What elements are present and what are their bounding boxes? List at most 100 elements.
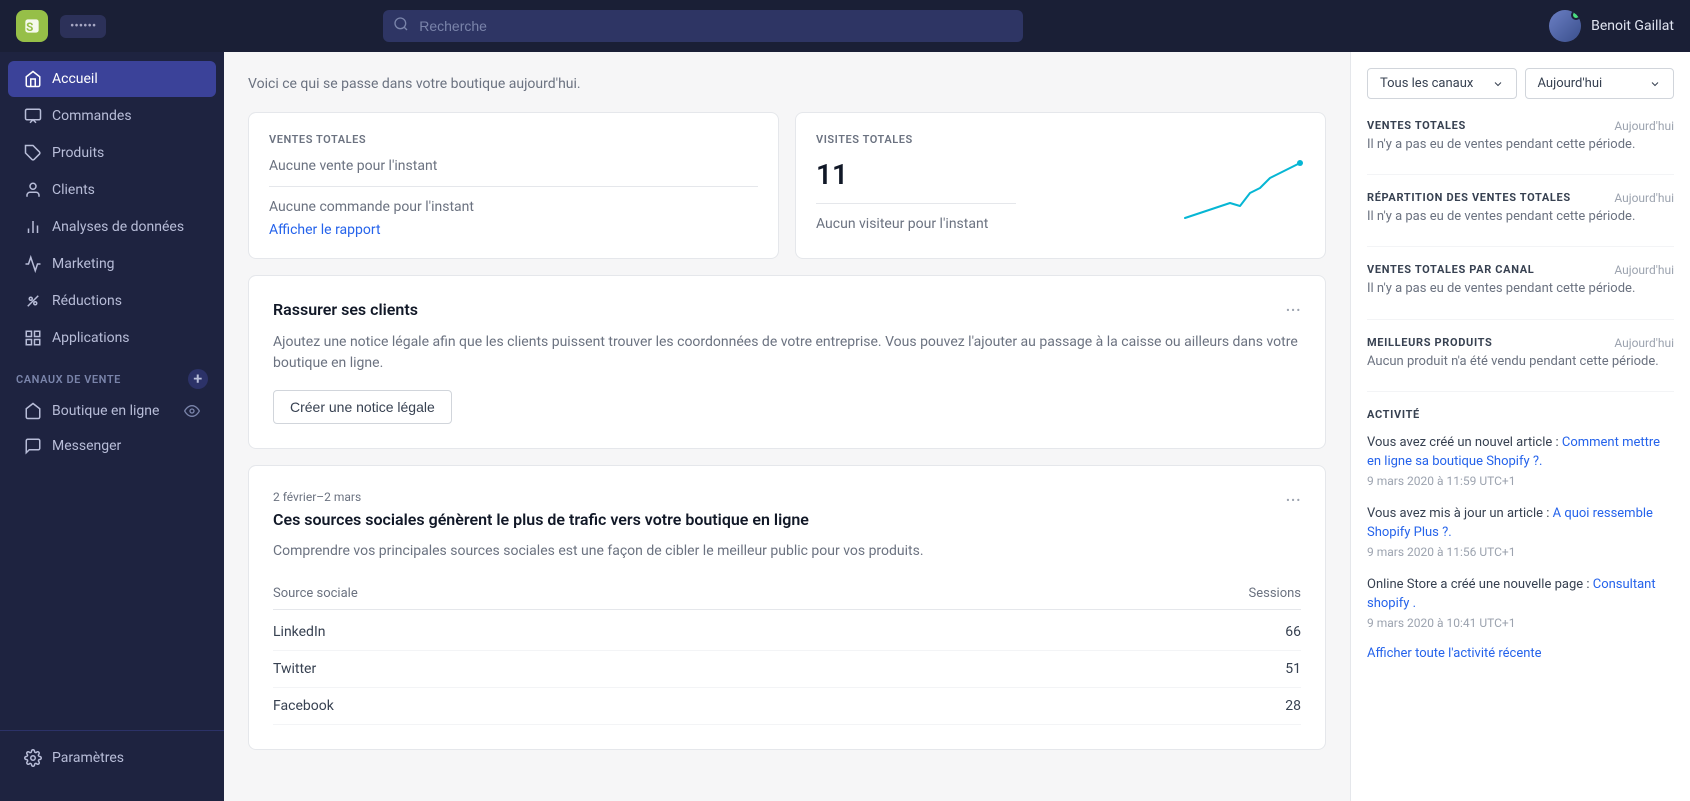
activity-date: 9 mars 2020 à 11:59 UTC+1	[1367, 474, 1674, 488]
rp-produits-text: Aucun produit n'a été vendu pendant cett…	[1367, 353, 1674, 371]
chevron-down-icon	[1649, 78, 1661, 90]
reductions-icon	[24, 292, 42, 310]
sidebar: Accueil Commandes Produits	[0, 52, 224, 801]
rp-repartition-text: Il n'y a pas eu de ventes pendant cette …	[1367, 208, 1674, 226]
messenger-icon	[24, 437, 42, 455]
ventes-totales-label: VENTES TOTALES	[269, 133, 758, 146]
sidebar-item-applications[interactable]: Applications	[8, 320, 216, 356]
orders-icon	[24, 107, 42, 125]
store-icon	[24, 402, 42, 420]
reassurer-desc: Ajoutez une notice légale afin que les c…	[273, 332, 1301, 374]
creer-notice-button[interactable]: Créer une notice légale	[273, 390, 452, 424]
rp-ventes-totales: VENTES TOTALES Aujourd'hui Il n'y a pas …	[1367, 119, 1674, 154]
home-icon	[24, 70, 42, 88]
table-row: LinkedIn 66	[273, 614, 1301, 651]
visites-totales-value: 11	[816, 158, 1016, 191]
sidebar-item-parametres[interactable]: Paramètres	[8, 740, 216, 776]
activity-item: Vous avez mis à jour un article : A quoi…	[1367, 504, 1674, 559]
main-content: Voici ce qui se passe dans votre boutiqu…	[224, 52, 1350, 801]
clients-icon	[24, 181, 42, 199]
products-icon	[24, 144, 42, 162]
rp-produits-title: MEILLEURS PRODUITS Aujourd'hui	[1367, 336, 1674, 349]
afficher-rapport-link[interactable]: Afficher le rapport	[269, 222, 381, 238]
table-row: Facebook 28	[273, 688, 1301, 725]
sidebar-item-label: Applications	[52, 330, 130, 346]
activity-text: Online Store a créé une nouvelle page : …	[1367, 575, 1674, 614]
source-sessions: 51	[1285, 661, 1301, 677]
add-channel-button[interactable]: +	[188, 369, 208, 389]
visites-totales-label: VISITES TOTALES	[816, 133, 1305, 146]
reassurer-card: Rassurer ses clients ··· Ajoutez une not…	[248, 275, 1326, 449]
rp-meilleurs-produits: MEILLEURS PRODUITS Aujourd'hui Aucun pro…	[1367, 336, 1674, 371]
search-icon	[393, 16, 409, 36]
right-panel: Tous les canaux Aujourd'hui VENTES TOTAL…	[1350, 52, 1690, 801]
right-panel-controls: Tous les canaux Aujourd'hui	[1367, 68, 1674, 99]
svg-text:S: S	[26, 20, 33, 34]
table-col-source: Source sociale	[273, 586, 358, 601]
sidebar-bottom: Paramètres	[0, 730, 224, 785]
ventes-totales-sub: Aucune commande pour l'instant	[269, 199, 758, 215]
store-name[interactable]: ••••••	[60, 15, 106, 38]
sidebar-item-marketing[interactable]: Marketing	[8, 246, 216, 282]
rp-ventes-text: Il n'y a pas eu de ventes pendant cette …	[1367, 136, 1674, 154]
social-date-range: 2 février–2 mars	[273, 490, 809, 504]
marketing-icon	[24, 255, 42, 273]
rp-ventes-title: VENTES TOTALES Aujourd'hui	[1367, 119, 1674, 132]
topnav-right: Benoit Gaillat	[1549, 10, 1674, 42]
sidebar-item-label: Analyses de données	[52, 219, 184, 235]
visites-totales-card: VISITES TOTALES 11 Aucun visiteur pour l…	[795, 112, 1326, 259]
show-all-activity-link[interactable]: Afficher toute l'activité récente	[1367, 646, 1674, 661]
sidebar-item-boutique[interactable]: Boutique en ligne	[8, 394, 216, 428]
sidebar-item-label: Produits	[52, 145, 104, 161]
applications-icon	[24, 329, 42, 347]
settings-icon	[24, 749, 42, 767]
sidebar-item-label: Paramètres	[52, 750, 124, 766]
rp-canal-title: VENTES TOTALES PAR CANAL Aujourd'hui	[1367, 263, 1674, 276]
activity-item: Online Store a créé une nouvelle page : …	[1367, 575, 1674, 630]
reassurer-title: Rassurer ses clients	[273, 300, 418, 319]
sidebar-section-canaux: CANAUX DE VENTE +	[0, 357, 224, 393]
activity-text: Vous avez créé un nouvel article : Comme…	[1367, 433, 1674, 472]
date-filter-select[interactable]: Aujourd'hui	[1525, 68, 1675, 99]
sidebar-item-label: Réductions	[52, 293, 122, 309]
boutique-label: Boutique en ligne	[52, 403, 159, 419]
avatar[interactable]	[1549, 10, 1581, 42]
ventes-totales-card: VENTES TOTALES Aucune vente pour l'insta…	[248, 112, 779, 259]
social-card: 2 février–2 mars Ces sources sociales gé…	[248, 465, 1326, 750]
reassurer-menu-button[interactable]: ···	[1285, 300, 1301, 320]
username: Benoit Gaillat	[1591, 18, 1674, 34]
chevron-down-icon	[1492, 78, 1504, 90]
source-name: Facebook	[273, 698, 334, 714]
activity-date: 9 mars 2020 à 11:56 UTC+1	[1367, 545, 1674, 559]
sidebar-item-commandes[interactable]: Commandes	[8, 98, 216, 134]
table-col-sessions: Sessions	[1249, 586, 1302, 601]
sidebar-item-clients[interactable]: Clients	[8, 172, 216, 208]
analytics-icon	[24, 218, 42, 236]
search-container	[383, 10, 1023, 42]
rp-repartition: RÉPARTITION DES VENTES TOTALES Aujourd'h…	[1367, 191, 1674, 226]
source-sessions: 66	[1285, 624, 1301, 640]
sidebar-item-accueil[interactable]: Accueil	[8, 61, 216, 97]
messenger-label: Messenger	[52, 438, 121, 454]
source-name: LinkedIn	[273, 624, 326, 640]
rp-activity: ACTIVITÉ Vous avez créé un nouvel articl…	[1367, 408, 1674, 661]
social-title: Ces sources sociales génèrent le plus de…	[273, 510, 809, 529]
activity-text: Vous avez mis à jour un article : A quoi…	[1367, 504, 1674, 543]
social-desc: Comprendre vos principales sources socia…	[273, 541, 1301, 562]
main-greeting: Voici ce qui se passe dans votre boutiqu…	[248, 76, 1326, 92]
sparkline-chart	[1185, 158, 1305, 232]
activity-date: 9 mars 2020 à 10:41 UTC+1	[1367, 616, 1674, 630]
sidebar-item-messenger[interactable]: Messenger	[8, 429, 216, 463]
social-menu-button[interactable]: ···	[1285, 490, 1301, 510]
eye-icon[interactable]	[184, 403, 200, 419]
sidebar-item-produits[interactable]: Produits	[8, 135, 216, 171]
main-layout: Accueil Commandes Produits	[0, 52, 1690, 801]
stats-row: VENTES TOTALES Aucune vente pour l'insta…	[248, 112, 1326, 259]
sidebar-item-analyses[interactable]: Analyses de données	[8, 209, 216, 245]
channel-filter-select[interactable]: Tous les canaux	[1367, 68, 1517, 99]
sidebar-item-reductions[interactable]: Réductions	[8, 283, 216, 319]
activity-item: Vous avez créé un nouvel article : Comme…	[1367, 433, 1674, 488]
source-sessions: 28	[1285, 698, 1301, 714]
rp-activity-title: ACTIVITÉ	[1367, 408, 1674, 421]
search-input[interactable]	[383, 10, 1023, 42]
